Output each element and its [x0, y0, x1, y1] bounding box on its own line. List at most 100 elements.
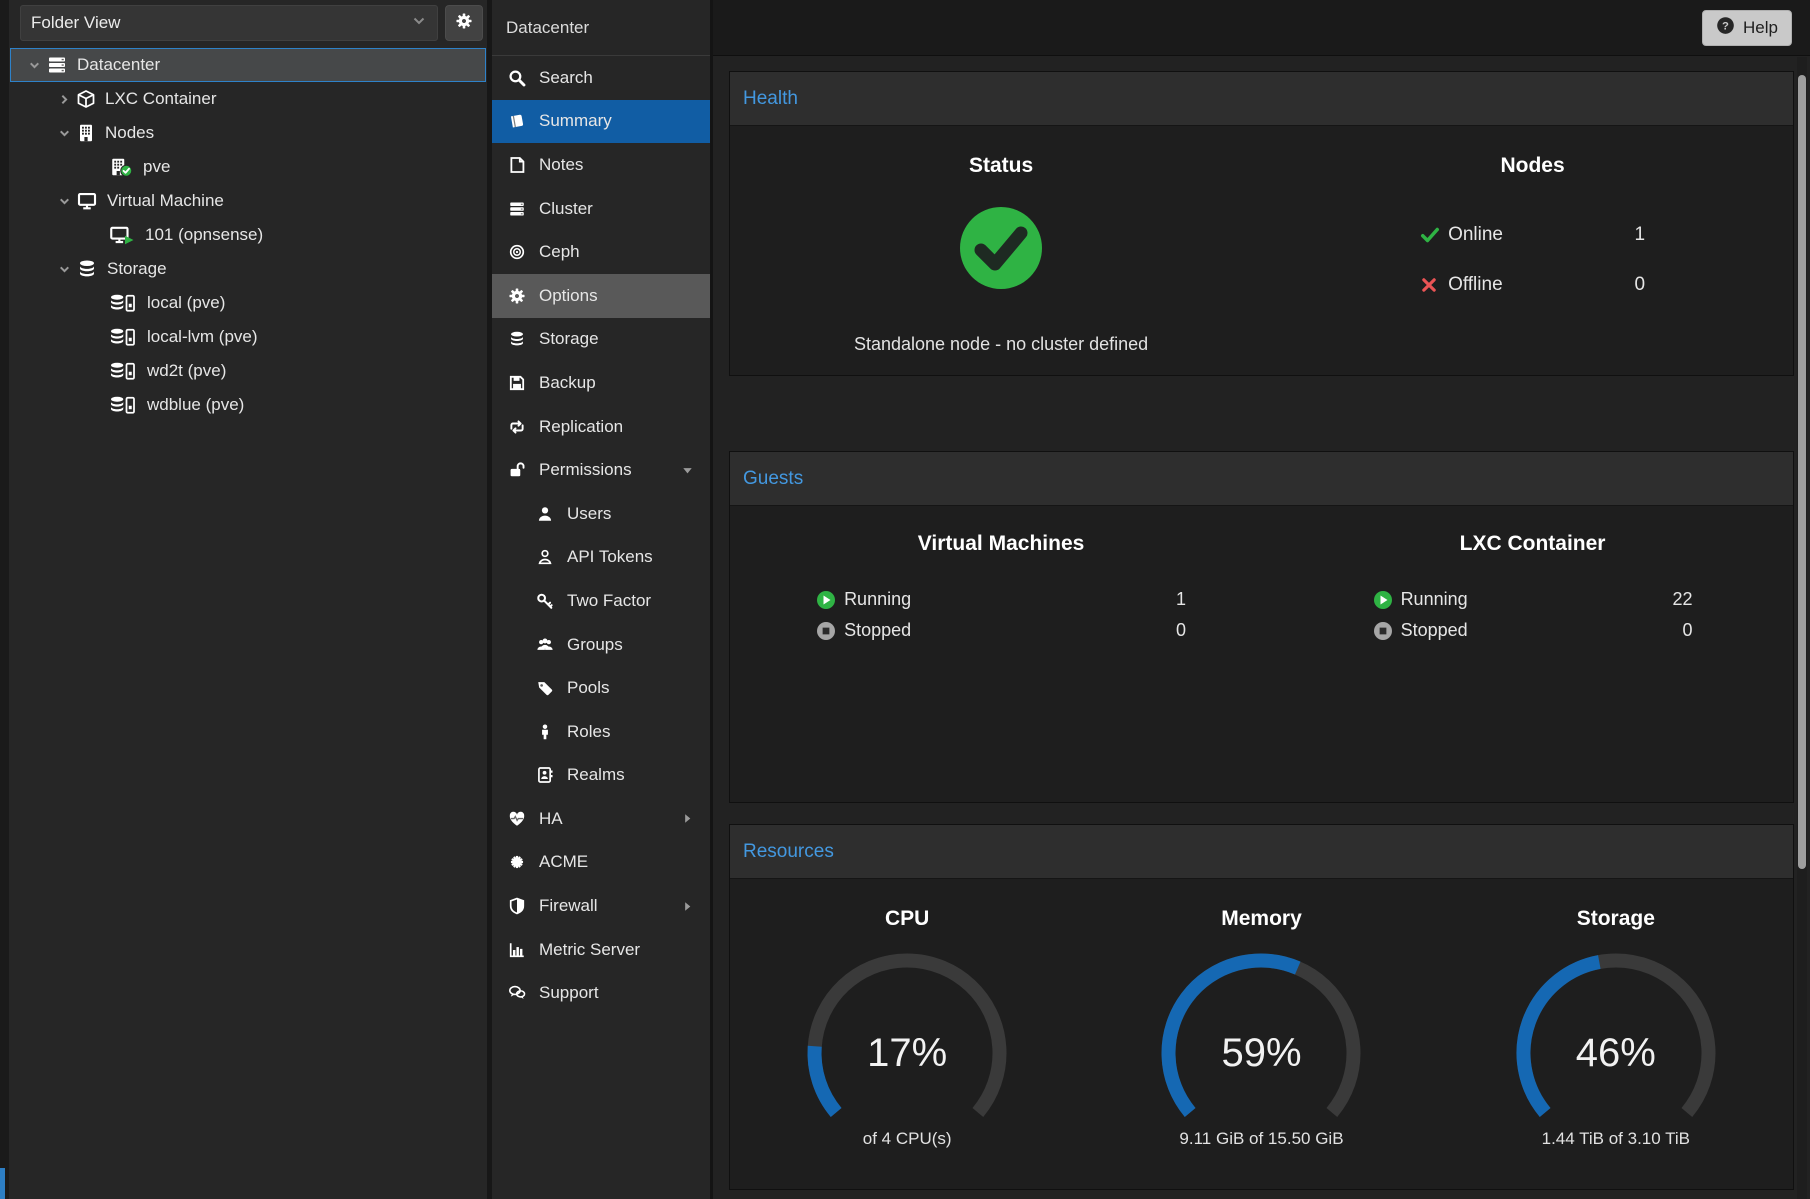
- gauge-arc: 46%: [1510, 953, 1722, 1123]
- gauge-heading: CPU: [885, 907, 929, 931]
- storage-icon: [76, 259, 98, 279]
- menu-item-cluster[interactable]: Cluster: [492, 187, 710, 231]
- virtual-machine-icon: [76, 191, 98, 211]
- menu-item-pools[interactable]: Pools: [492, 666, 710, 710]
- shield-icon: [507, 897, 527, 915]
- tree-item-101-opnsense[interactable]: 101 (opnsense): [10, 218, 486, 252]
- group-icon: [535, 636, 555, 654]
- guest-row-value: 1: [1176, 589, 1186, 610]
- database-icon: [507, 330, 527, 348]
- tree-item-label: Nodes: [105, 123, 154, 143]
- tree-toolbar: Folder View: [9, 0, 487, 41]
- tree-item-virtual-machine[interactable]: Virtual Machine: [10, 184, 486, 218]
- play-circle-icon: [816, 590, 844, 610]
- expand-arrow-icon[interactable]: [54, 93, 74, 106]
- menu-item-metric-server[interactable]: Metric Server: [492, 928, 710, 972]
- menu-item-realms[interactable]: Realms: [492, 754, 710, 798]
- menu-item-replication[interactable]: Replication: [492, 405, 710, 449]
- nodes-row-label: Offline: [1448, 274, 1503, 296]
- user-outline-icon: [535, 548, 555, 566]
- tree-item-local-pve[interactable]: local (pve): [10, 286, 486, 320]
- menu-item-label: Pools: [567, 678, 610, 698]
- datacenter-icon: [46, 55, 68, 75]
- guest-row-virtual-machines-running: Running1: [816, 584, 1186, 615]
- status-heading: Status: [969, 154, 1033, 178]
- guests-column-heading: LXC Container: [1460, 532, 1606, 556]
- collapse-arrow-icon[interactable]: [24, 59, 44, 72]
- tree-item-local-lvm-pve[interactable]: local-lvm (pve): [10, 320, 486, 354]
- datacenter-menu-panel: Datacenter SearchSummaryNotesClusterCeph…: [492, 0, 710, 1199]
- collapse-arrow-icon[interactable]: [54, 263, 74, 276]
- left-edge-accent-bar: [0, 1168, 5, 1199]
- menu-item-api-tokens[interactable]: API Tokens: [492, 536, 710, 580]
- user-icon: [535, 505, 555, 523]
- tree-item-label: local (pve): [147, 293, 225, 313]
- menu-item-groups[interactable]: Groups: [492, 623, 710, 667]
- help-icon: ?: [1716, 16, 1735, 40]
- menu-item-label: Two Factor: [567, 591, 651, 611]
- resources-panel-body: CPU17%of 4 CPU(s)Memory59%9.11 GiB of 15…: [730, 879, 1793, 1149]
- menu-item-label: Notes: [539, 155, 583, 175]
- collapse-arrow-icon[interactable]: [54, 195, 74, 208]
- comments-icon: [507, 984, 527, 1002]
- menu-item-firewall[interactable]: Firewall: [492, 884, 710, 928]
- menu-item-support[interactable]: Support: [492, 971, 710, 1015]
- help-button[interactable]: ? Help: [1702, 10, 1792, 46]
- content-scrollbar-thumb[interactable]: [1798, 75, 1806, 869]
- cluster-status-message: Standalone node - no cluster defined: [854, 334, 1148, 355]
- tree-item-lxc-container[interactable]: LXC Container: [10, 82, 486, 116]
- vm-running-icon: [108, 225, 136, 245]
- tree-settings-button[interactable]: [445, 5, 483, 41]
- menu-item-ceph[interactable]: Ceph: [492, 230, 710, 274]
- guest-row-value: 22: [1673, 589, 1693, 610]
- guests-rows: Running1Stopped0: [816, 584, 1186, 646]
- gauge-caption: 9.11 GiB of 15.50 GiB: [1179, 1129, 1343, 1149]
- menu-item-ha[interactable]: HA: [492, 797, 710, 841]
- collapse-arrow-icon[interactable]: [54, 127, 74, 140]
- content-area: ? Help Health Status Standalone node - n…: [713, 0, 1810, 1199]
- book-icon: [507, 112, 527, 130]
- svg-text:?: ?: [1722, 20, 1729, 32]
- menu-item-search[interactable]: Search: [492, 56, 710, 100]
- menu-item-backup[interactable]: Backup: [492, 361, 710, 405]
- gauge-percent-value: 17%: [801, 1031, 1013, 1076]
- menu-item-options[interactable]: Options: [492, 274, 710, 318]
- tree-item-datacenter[interactable]: Datacenter: [10, 48, 486, 82]
- guests-column-heading: Virtual Machines: [918, 532, 1085, 556]
- stop-circle-icon: [1373, 621, 1401, 641]
- nodes-status-rows: Online1Offline0: [1420, 210, 1645, 310]
- guests-column-virtual-machines: Virtual Machines Running1Stopped0: [730, 506, 1272, 646]
- play-circle-icon: [1373, 590, 1401, 610]
- address-book-icon: [535, 766, 555, 784]
- gauge-heading: Memory: [1221, 907, 1302, 931]
- menu-item-notes[interactable]: Notes: [492, 143, 710, 187]
- key-icon: [535, 592, 555, 610]
- left-edge-strip: [0, 0, 9, 1199]
- view-selector-dropdown[interactable]: Folder View: [20, 5, 438, 41]
- guest-row-virtual-machines-stopped: Stopped0: [816, 615, 1186, 646]
- menu-item-roles[interactable]: Roles: [492, 710, 710, 754]
- tree-item-nodes[interactable]: Nodes: [10, 116, 486, 150]
- menu-item-two-factor[interactable]: Two Factor: [492, 579, 710, 623]
- menu-item-label: Groups: [567, 635, 623, 655]
- menu-item-users[interactable]: Users: [492, 492, 710, 536]
- menu-item-storage[interactable]: Storage: [492, 318, 710, 362]
- menu-item-acme[interactable]: ACME: [492, 841, 710, 885]
- menu-item-summary[interactable]: Summary: [492, 100, 710, 144]
- bar-chart-icon: [507, 941, 527, 959]
- storage-item-icon: [108, 293, 138, 313]
- tree-item-wdblue-pve[interactable]: wdblue (pve): [10, 388, 486, 422]
- gauge-caption: 1.44 TiB of 3.10 TiB: [1542, 1129, 1690, 1149]
- content-scrollbar[interactable]: [1797, 57, 1807, 1199]
- guests-panel-body: Virtual Machines Running1Stopped0 LXC Cont…: [730, 506, 1793, 646]
- menu-item-permissions[interactable]: Permissions: [492, 448, 710, 492]
- menu-item-label: HA: [539, 809, 563, 829]
- check-icon: [1420, 225, 1448, 245]
- tree-item-label: local-lvm (pve): [147, 327, 258, 347]
- tree-item-pve[interactable]: pve: [10, 150, 486, 184]
- tree-item-wd2t-pve[interactable]: wd2t (pve): [10, 354, 486, 388]
- guests-panel: Guests Virtual MachinesRunning1Stopped0L…: [729, 451, 1794, 803]
- tree-item-storage[interactable]: Storage: [10, 252, 486, 286]
- nodes-row-value: 0: [1634, 274, 1645, 296]
- help-button-label: Help: [1743, 18, 1778, 38]
